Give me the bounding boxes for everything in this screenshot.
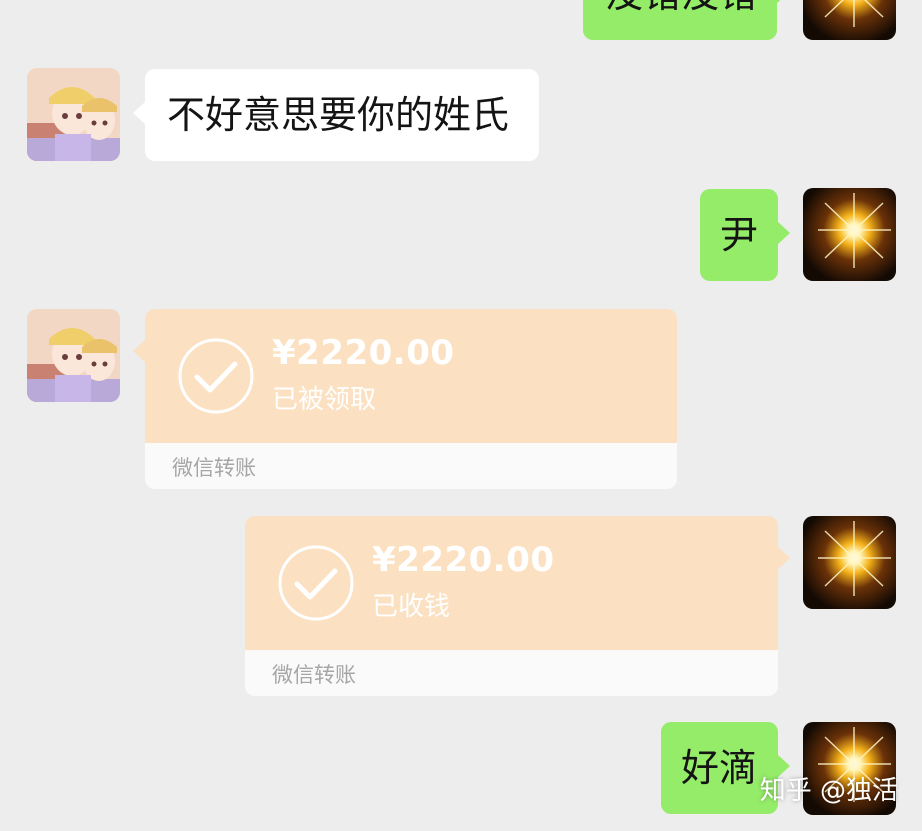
transfer-amount: ¥2220.00 — [272, 333, 455, 373]
transfer-amount: ¥2220.00 — [372, 540, 555, 580]
sun-flare-avatar-icon — [803, 0, 896, 40]
message-bubble-outgoing[interactable]: 没错没错 — [583, 0, 789, 40]
message-text: 不好意思要你的姓氏 — [167, 93, 510, 137]
transfer-status: 已收钱 — [372, 592, 451, 622]
transfer-status: 已被领取 — [272, 385, 377, 415]
transfer-card-footer: 微信转账 — [245, 650, 778, 696]
transfer-label: 微信转账 — [272, 663, 356, 687]
zhihu-watermark: 知乎 @独活 — [759, 776, 898, 806]
contact-avatar[interactable] — [27, 68, 120, 161]
sun-flare-avatar-icon — [803, 516, 896, 609]
sun-flare-avatar-icon — [803, 188, 896, 281]
message-text: 没错没错 — [605, 0, 757, 16]
check-circle-icon — [278, 545, 354, 621]
message-text: 好滴 — [681, 746, 758, 790]
message-bubble-outgoing[interactable]: 尹 — [700, 189, 790, 281]
self-avatar[interactable] — [803, 0, 896, 40]
anime-girls-avatar-icon — [27, 309, 120, 402]
transfer-card-outgoing[interactable]: ¥2220.00 已收钱 微信转账 — [245, 516, 790, 696]
transfer-label: 微信转账 — [172, 456, 256, 480]
self-avatar[interactable] — [803, 188, 896, 281]
message-bubble-incoming[interactable]: 不好意思要你的姓氏 — [133, 69, 539, 161]
transfer-card-incoming[interactable]: ¥2220.00 已被领取 微信转账 — [133, 309, 677, 489]
contact-avatar[interactable] — [27, 309, 120, 402]
anime-girls-avatar-icon — [27, 68, 120, 161]
transfer-card-footer: 微信转账 — [145, 443, 677, 489]
check-circle-icon — [178, 338, 254, 414]
message-text: 尹 — [720, 213, 759, 257]
self-avatar[interactable] — [803, 516, 896, 609]
